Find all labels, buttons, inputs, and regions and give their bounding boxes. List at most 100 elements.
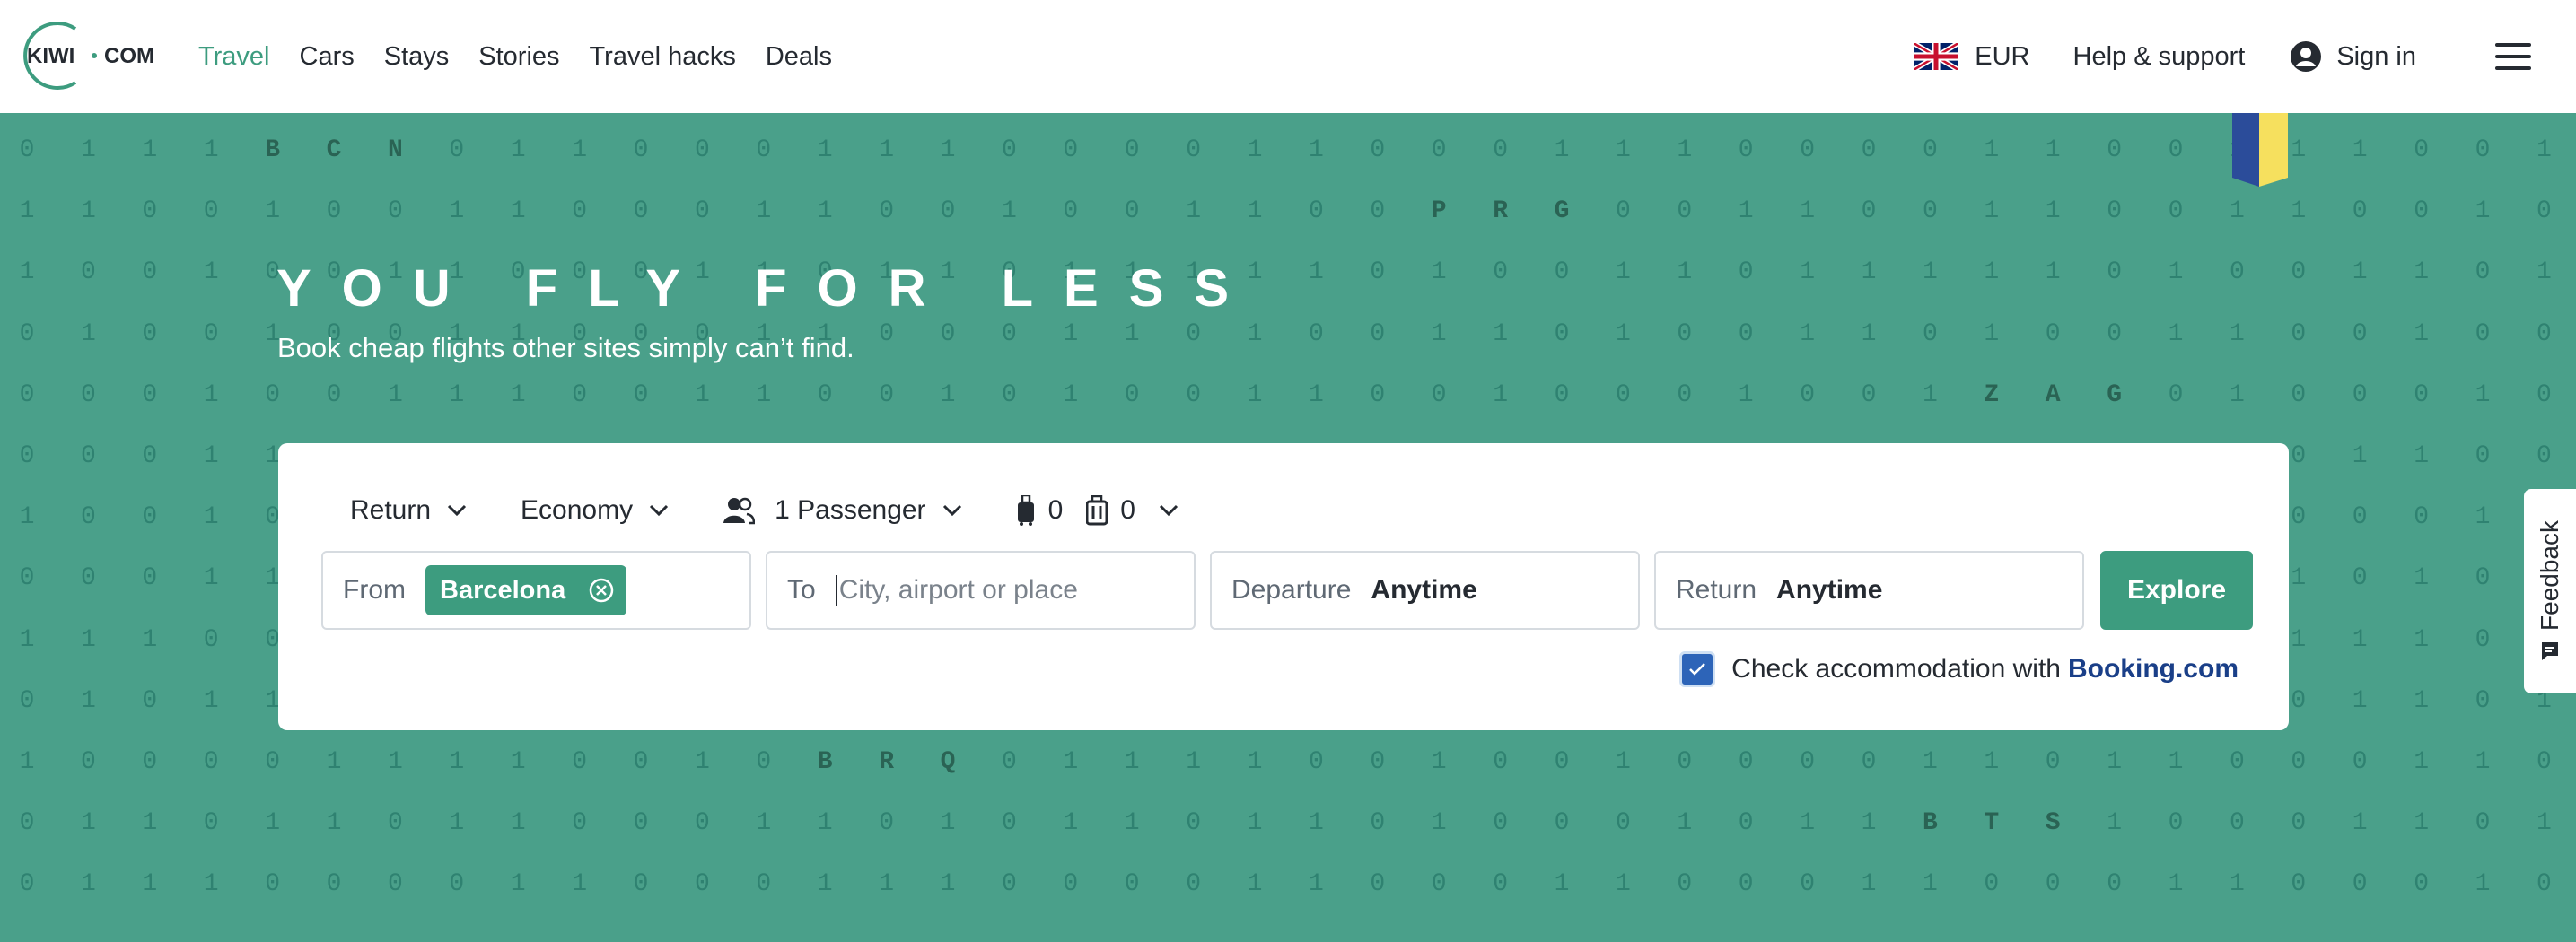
sign-in-button[interactable]: Sign in: [2290, 40, 2416, 73]
feedback-tab[interactable]: Feedback: [2524, 489, 2576, 693]
background-char: 0: [2475, 686, 2491, 715]
background-char: 0: [756, 870, 772, 899]
return-field[interactable]: Return Anytime: [1654, 551, 2084, 630]
background-char: 0: [1370, 748, 1386, 776]
to-input[interactable]: [835, 575, 1159, 606]
background-char: 1: [2045, 136, 2061, 164]
background-char: 1: [510, 748, 526, 776]
background-char: 1: [1431, 748, 1447, 776]
kiwi-logo[interactable]: KIWI COM: [13, 18, 165, 93]
background-char: 0: [572, 197, 587, 226]
background-char: 1: [449, 809, 465, 838]
background-char: 1: [1984, 319, 2000, 348]
background-row: 1 1 0 0 1 0 0 1 1 0 0 0 1 1 0 0 1 0 0 1 1 0 0 P R G 0 0 1 1 0 0 1 1 0 0 1 1 0 0…: [0, 197, 2576, 233]
to-field[interactable]: To: [766, 551, 1196, 630]
background-char: 1: [817, 870, 833, 899]
background-char: 0: [19, 319, 35, 348]
background-char: 1: [756, 809, 772, 838]
nav-travel[interactable]: Travel: [198, 42, 270, 72]
background-char: 1: [2475, 380, 2491, 409]
background-char: 0: [80, 258, 96, 287]
menu-icon[interactable]: [2495, 43, 2531, 70]
background-char: 0: [142, 197, 158, 226]
nav-cars[interactable]: Cars: [300, 42, 355, 72]
background-char: 1: [387, 380, 403, 409]
background-char: 0: [2107, 197, 2122, 226]
background-char: 1: [572, 136, 587, 164]
background-char: 0: [1677, 319, 1693, 348]
background-char: 0: [879, 197, 894, 226]
background-char: 1: [80, 136, 96, 164]
background-char: 1: [2536, 258, 2552, 287]
background-char: 0: [1124, 136, 1140, 164]
nav-travel-hacks[interactable]: Travel hacks: [590, 42, 736, 72]
background-char: 0: [2352, 319, 2368, 348]
background-char: 0: [633, 870, 649, 899]
bags-dropdown[interactable]: 0 0: [1016, 495, 1178, 526]
feedback-icon: [2542, 642, 2558, 661]
background-char: 0: [1370, 809, 1386, 838]
from-field[interactable]: From Barcelona: [321, 551, 751, 630]
nav-stays[interactable]: Stays: [384, 42, 450, 72]
background-char: 1: [1493, 319, 1508, 348]
accommodation-label: Check accommodation with: [1731, 654, 2061, 684]
help-support-link[interactable]: Help & support: [2073, 42, 2246, 72]
logo-text-left: KIWI: [27, 44, 74, 68]
background-char: 1: [1677, 258, 1693, 287]
background-char: 0: [2291, 380, 2307, 409]
background-char: 0: [1922, 319, 1938, 348]
background-char: 0: [1554, 258, 1570, 287]
background-char: 1: [817, 197, 833, 226]
background-char: P: [1431, 197, 1447, 226]
accommodation-checkbox[interactable]: [1679, 651, 1716, 687]
remove-chip-icon[interactable]: [589, 578, 614, 603]
background-char: 1: [19, 748, 35, 776]
background-char: C: [326, 136, 342, 164]
background-row: 0 1 1 1 0 0 0 0 1 1 0 0 0 1 1 1 0 0 0 0 1 1 0 0 0 1 1 0 0 0 1 1 0 0 0 1 1 0 0 0…: [0, 870, 2576, 906]
background-char: 0: [1370, 870, 1386, 899]
trip-type-label: Return: [350, 495, 432, 525]
background-char: 1: [1247, 197, 1263, 226]
background-char: 1: [265, 809, 280, 838]
from-chip-label: Barcelona: [440, 575, 566, 605]
background-char: 0: [326, 197, 342, 226]
booking-brand[interactable]: Booking.com: [2068, 654, 2239, 685]
background-char: 0: [1370, 380, 1386, 409]
background-char: 0: [572, 748, 587, 776]
background-char: 0: [203, 197, 219, 226]
explore-button[interactable]: Explore: [2100, 551, 2253, 630]
currency-selector[interactable]: EUR: [1914, 42, 2030, 72]
background-char: 0: [1063, 136, 1079, 164]
background-char: S: [2045, 809, 2061, 838]
background-char: 1: [1247, 319, 1263, 348]
background-char: 1: [2229, 380, 2245, 409]
cabin-class-label: Economy: [521, 495, 634, 525]
background-char: 1: [510, 380, 526, 409]
background-char: 0: [1186, 319, 1201, 348]
background-char: 0: [1493, 809, 1508, 838]
background-char: 0: [2168, 136, 2184, 164]
background-char: 1: [449, 197, 465, 226]
background-char: 1: [449, 748, 465, 776]
background-char: 0: [80, 748, 96, 776]
trip-type-dropdown[interactable]: Return: [350, 495, 467, 526]
background-char: 1: [1800, 809, 1815, 838]
nav-stories[interactable]: Stories: [478, 42, 559, 72]
background-char: 1: [2229, 197, 2245, 226]
departure-field[interactable]: Departure Anytime: [1210, 551, 1640, 630]
hero-title: YOU FLY FOR LESS: [276, 259, 1260, 318]
from-chip[interactable]: Barcelona: [425, 565, 627, 615]
background-char: 1: [1308, 870, 1324, 899]
background-char: 0: [1677, 197, 1693, 226]
nav-deals[interactable]: Deals: [766, 42, 832, 72]
background-char: 1: [2414, 564, 2429, 593]
background-char: 1: [80, 625, 96, 654]
cabin-class-dropdown[interactable]: Economy: [521, 495, 669, 526]
background-char: 1: [2229, 319, 2245, 348]
background-char: 1: [1677, 136, 1693, 164]
background-char: 0: [1001, 136, 1017, 164]
background-char: 1: [940, 870, 956, 899]
background-char: 0: [203, 319, 219, 348]
passengers-dropdown[interactable]: 1 Passenger: [723, 495, 961, 526]
background-char: 0: [1493, 258, 1508, 287]
